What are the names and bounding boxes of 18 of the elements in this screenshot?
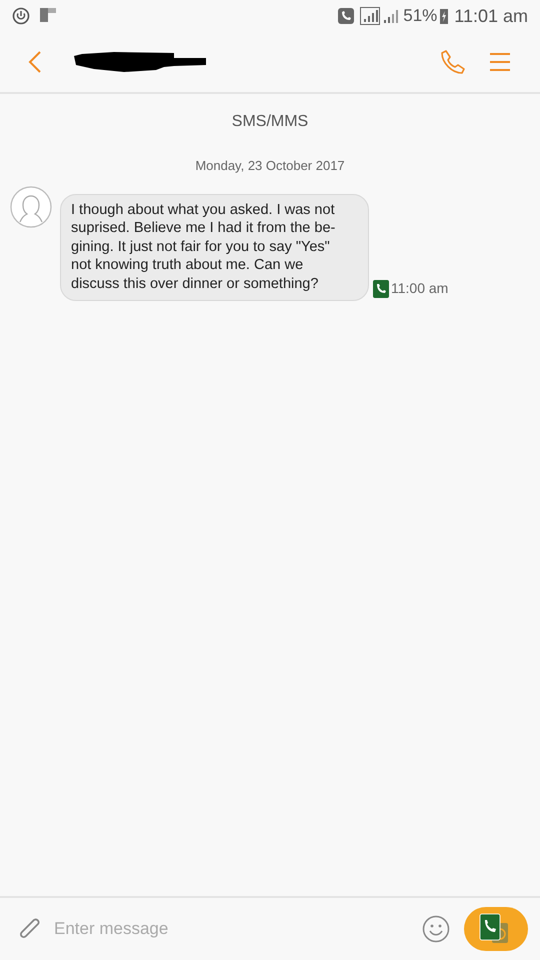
channel-label: SMS/MMS [230, 112, 310, 132]
date-label: Monday, 23 October 2017 [194, 157, 346, 175]
battery-icon [440, 8, 448, 24]
send-button[interactable] [464, 907, 528, 951]
message-bubble: I though about what you asked. I was not suprised. Believe me I had it from the be- gining. It just not fair for you to say "Yes" not knowing truth about me. Can we discuss this over dinner or something? [60, 194, 369, 301]
call-icon [338, 8, 354, 24]
message-time: 11:00 am [391, 279, 448, 298]
message-input[interactable]: Enter message [52, 915, 392, 943]
emoji-button[interactable] [422, 915, 450, 943]
signal-icon [383, 8, 400, 24]
battery-percentage: 51% [403, 5, 438, 28]
clock-time: 11:01 am [454, 4, 528, 28]
menu-button[interactable] [490, 52, 510, 72]
avatar-icon [10, 186, 52, 228]
call-button[interactable] [440, 49, 466, 75]
back-button[interactable] [28, 51, 42, 73]
sim-call-icon [373, 280, 389, 298]
signal-icon [360, 7, 380, 25]
